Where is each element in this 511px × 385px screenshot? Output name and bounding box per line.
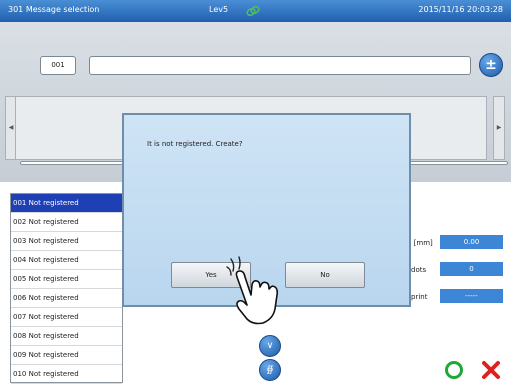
print-label: print	[411, 293, 428, 301]
double-chevron-down-icon[interactable]: ∯	[259, 359, 281, 381]
list-item[interactable]: 003 Not registered	[11, 232, 122, 251]
chevron-down-icon[interactable]: ∨	[259, 335, 281, 357]
list-item[interactable]: 007 Not registered	[11, 308, 122, 327]
plus-minus-icon[interactable]: ±	[479, 53, 503, 77]
hand-pointer-icon	[226, 256, 279, 325]
no-button[interactable]: No	[285, 262, 365, 288]
link-icon	[246, 5, 260, 17]
x-icon[interactable]	[479, 358, 503, 382]
triangle-right-icon[interactable]: ▶	[493, 96, 505, 160]
print-value: -----	[440, 289, 503, 303]
list-item[interactable]: 004 Not registered	[11, 251, 122, 270]
list-item[interactable]: 006 Not registered	[11, 289, 122, 308]
list-item[interactable]: 001 Not registered	[11, 194, 122, 213]
message-list: 001 Not registered 002 Not registered 00…	[10, 193, 123, 384]
user-level: Lev5	[209, 5, 229, 14]
height-value: 0.00	[440, 235, 503, 249]
list-item[interactable]: 005 Not registered	[11, 270, 122, 289]
dots-label: dots	[411, 266, 427, 274]
circle-icon[interactable]	[444, 360, 464, 380]
datetime: 2015/11/16 20:03:28	[418, 5, 503, 14]
title-bar: 301 Message selection Lev5 2015/11/16 20…	[0, 0, 511, 22]
list-item[interactable]: 008 Not registered	[11, 327, 122, 346]
window-title: 301 Message selection	[8, 5, 100, 14]
dialog-message: It is not registered. Create?	[147, 140, 243, 148]
list-item[interactable]: 010 Not registered	[11, 365, 122, 384]
message-number-field[interactable]: 001	[40, 56, 76, 75]
message-name-field[interactable]	[89, 56, 471, 75]
dots-value: 0	[440, 262, 503, 276]
list-item[interactable]: 002 Not registered	[11, 213, 122, 232]
list-item[interactable]: 009 Not registered	[11, 346, 122, 365]
